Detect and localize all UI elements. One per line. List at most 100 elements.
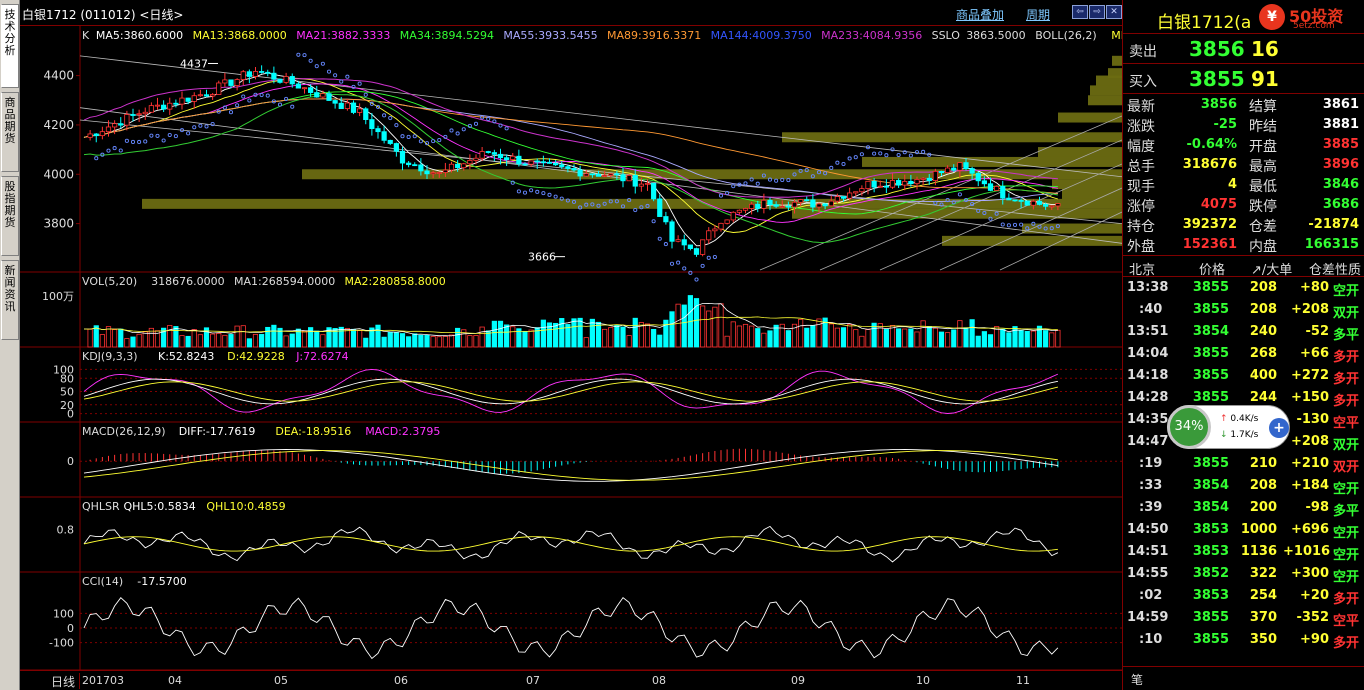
volume-bar	[510, 326, 516, 348]
buy-row[interactable]: 买入 3855 91	[1123, 64, 1364, 94]
volume-profile-bar	[1112, 55, 1122, 66]
close-icon[interactable]: ✕	[1106, 5, 1122, 19]
volume-bar	[185, 335, 191, 348]
quote-label: 总手	[1127, 159, 1155, 175]
contract-name-text: 白银1712	[1157, 13, 1235, 33]
candle-body	[828, 200, 834, 207]
tick-time: :10	[1139, 632, 1163, 647]
candle-body	[179, 97, 185, 105]
candle-body	[871, 180, 877, 188]
sar-dot	[320, 61, 325, 66]
sell-row[interactable]: 卖出 3856 16	[1123, 34, 1364, 64]
quote-value: 3856	[1200, 97, 1237, 112]
candle-body	[804, 199, 810, 202]
volume-bar	[749, 325, 755, 348]
date-tick: 04	[168, 674, 182, 687]
volume-bar	[393, 332, 399, 348]
tick-time: 14:04	[1127, 346, 1169, 361]
tick-row[interactable]: :40 3855 208 +208 双开	[1123, 299, 1364, 321]
tab-news[interactable]: 新闻资讯	[1, 260, 19, 340]
candle-body	[534, 160, 540, 163]
restore-icon[interactable]: ⇦	[1072, 5, 1088, 19]
candle-body	[761, 199, 767, 209]
tab-technical-analysis[interactable]: 技术分析	[1, 4, 19, 88]
candle-body	[271, 72, 277, 80]
tab-index-futures[interactable]: 股指期货	[1, 176, 19, 256]
tick-unit-label[interactable]: 笔	[1131, 671, 1143, 688]
tick-time: 13:38	[1127, 280, 1169, 295]
panel-legend-item: BOLL(26,2)	[1035, 29, 1096, 42]
period-link[interactable]: 周期	[1026, 6, 1050, 23]
volume-bar	[1055, 329, 1061, 348]
network-speed-widget[interactable]: 34% ↑ 0.4K/s ↓ 1.7K/s +	[1167, 405, 1290, 449]
overlay-commodity-link[interactable]: 商品叠加	[956, 6, 1004, 23]
cci-axis-tick: 0	[67, 622, 74, 635]
volume-bar	[589, 318, 595, 348]
volume-bar	[234, 325, 240, 348]
sar-dot	[755, 181, 760, 186]
candle-body	[467, 160, 473, 165]
tick-row[interactable]: :33 3854 208 +184 空开	[1123, 475, 1364, 497]
tick-position-diff: +20	[1300, 588, 1329, 603]
tick-nature: 多平	[1333, 504, 1360, 519]
volume-bar	[657, 334, 663, 348]
tick-nature: 空开	[1333, 526, 1360, 541]
tick-row[interactable]: :39 3854 200 -98 多平	[1123, 497, 1364, 519]
tick-row[interactable]: 14:18 3855 400 +272 多开	[1123, 365, 1364, 387]
sar-dot	[1012, 222, 1018, 227]
quote-label: 最新	[1127, 99, 1155, 115]
sar-dot	[388, 116, 393, 121]
plus-icon[interactable]: +	[1269, 418, 1289, 438]
tick-row[interactable]: 13:38 3855 208 +80 空开	[1123, 277, 1364, 299]
tick-row[interactable]: 14:59 3855 370 -352 空平	[1123, 607, 1364, 629]
chart-canvas[interactable]: K MA5:3860.6000 MA13:3868.0000 MA21:3882.33…	[20, 26, 1122, 670]
tick-time: :39	[1139, 500, 1163, 515]
tick-header: 北京 价格 ↗/大单 仓差 性质	[1123, 255, 1364, 278]
tick-price: 3853	[1192, 544, 1229, 559]
tick-row[interactable]: 13:51 3854 240 -52 多平	[1123, 321, 1364, 343]
candle-body	[173, 102, 179, 105]
tick-row[interactable]: 14:55 3852 322 +300 空开	[1123, 563, 1364, 585]
volume-bar	[840, 327, 847, 348]
panel-legend-item: QHL5:0.5834	[124, 500, 196, 513]
chart-area[interactable]: K MA5:3860.6000 MA13:3868.0000 MA21:3882.33…	[20, 26, 1122, 670]
tick-price: 3855	[1192, 302, 1229, 317]
candle-body	[124, 114, 130, 126]
tab-commodity-futures[interactable]: 商品期货	[1, 92, 19, 172]
logo-mark-icon: ¥	[1259, 4, 1285, 30]
tick-row[interactable]: :02 3853 254 +20 多开	[1123, 585, 1364, 607]
volume-bar	[448, 334, 455, 348]
quote-label: 外盘	[1127, 239, 1155, 255]
volume-bar	[504, 324, 510, 348]
candle-body	[865, 180, 871, 190]
candle-body	[651, 182, 657, 200]
expand-icon[interactable]: ⇨	[1089, 5, 1105, 19]
tab-label: 新闻资讯	[4, 264, 16, 313]
tick-price: 3855	[1192, 368, 1229, 383]
volume-bar	[755, 328, 761, 348]
candle-body	[93, 133, 99, 137]
tick-row[interactable]: 14:04 3855 268 +66 多开	[1123, 343, 1364, 365]
sar-dot	[204, 124, 209, 129]
volume-bar	[124, 338, 130, 348]
tick-row[interactable]: :19 3855 210 +210 双开	[1123, 453, 1364, 475]
tick-row[interactable]: 14:51 3853 1136 +1016 空开	[1123, 541, 1364, 563]
sar-dot	[676, 260, 681, 265]
tick-volume: 254	[1249, 588, 1277, 603]
volume-bar	[99, 334, 105, 348]
sar-dot	[198, 123, 203, 128]
sar-dot	[712, 254, 717, 260]
period-label[interactable]: 日线	[20, 673, 80, 689]
candle-body	[657, 198, 663, 217]
volume-bar	[1018, 330, 1024, 348]
candle-body	[246, 71, 252, 77]
panel-legend-item: MACD:2.3795	[365, 425, 440, 438]
tick-row[interactable]: :10 3855 350 +90 多开	[1123, 629, 1364, 651]
tick-price: 3853	[1192, 522, 1229, 537]
candle-body	[963, 162, 969, 170]
candle-body	[1024, 200, 1030, 206]
candle-body	[148, 105, 154, 113]
candle-body	[99, 131, 105, 137]
tick-row[interactable]: 14:50 3853 1000 +696 空开	[1123, 519, 1364, 541]
sar-dot	[682, 266, 687, 271]
